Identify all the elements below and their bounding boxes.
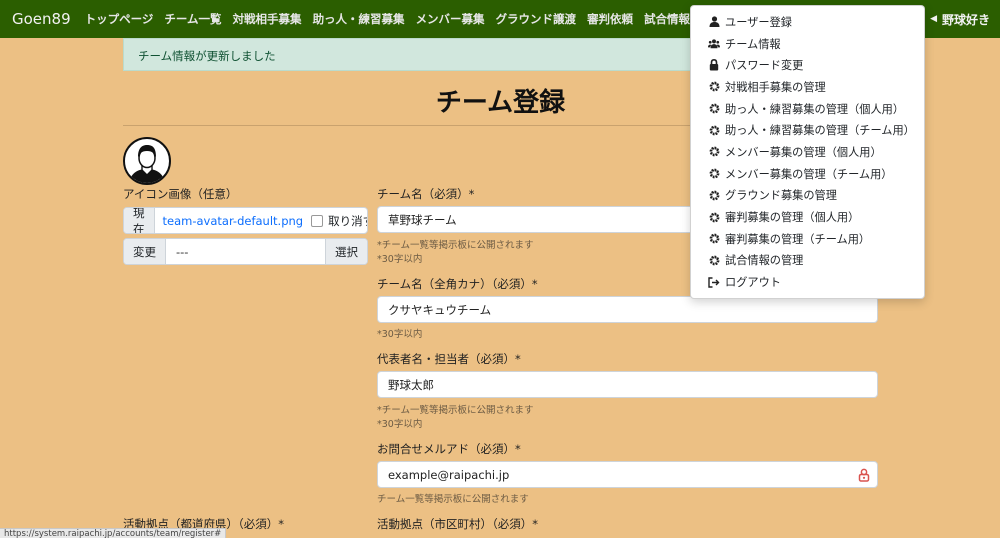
change-label: 変更 [124,239,166,264]
menu-item-label: 対戦相手募集の管理 [725,80,826,94]
clear-checkbox[interactable] [311,214,324,227]
users-icon [708,38,720,50]
gear-icon [708,103,720,115]
menu-item-member-manage-personal[interactable]: メンバー募集の管理（個人用） [691,141,924,163]
current-label: 現在 [124,208,155,233]
email-hint-public: チーム一覧等掲示板に公開されます [377,494,529,505]
nav-link-opponent[interactable]: 対戦相手募集 [233,11,302,27]
team-avatar [123,137,171,185]
change-icon-group: 変更 --- 選択 [123,238,368,265]
nav-link-member[interactable]: メンバー募集 [416,11,485,27]
user-icon [708,16,720,28]
team-kana-label: チーム名（全角カナ）（必須）* [377,277,538,291]
gear-icon [708,168,720,180]
icon-image-label: アイコン画像（任意） [123,187,238,201]
file-input[interactable]: --- [166,239,325,264]
nav-link-helper[interactable]: 助っ人・練習募集 [313,11,405,27]
menu-item-label: 助っ人・練習募集の管理（チーム用） [725,124,915,138]
menu-item-label: メンバー募集の管理（チーム用） [725,167,893,181]
city-label: 活動拠点（市区町村）（必須）* [377,517,538,531]
menu-item-ground-manage[interactable]: グラウンド募集の管理 [691,185,924,207]
menu-item-umpire-manage-personal[interactable]: 審判募集の管理（個人用） [691,206,924,228]
menu-item-helper-manage-personal[interactable]: 助っ人・練習募集の管理（個人用） [691,98,924,120]
menu-item-label: ログアウト [725,276,781,290]
menu-item-label: 試合情報の管理 [725,254,804,268]
menu-item-label: ユーザー登録 [725,15,792,29]
team-kana-input[interactable]: クサヤキュウチーム [377,296,878,323]
email-value: example@raipachi.jp [388,467,510,482]
user-dropdown-menu: ユーザー登録 チーム情報 パスワード変更 対戦相手募集の管理 助っ人・練習募集の… [690,5,925,299]
menu-item-user-register[interactable]: ユーザー登録 [691,11,924,33]
password-manager-icon[interactable] [858,468,870,485]
logout-icon [708,276,720,288]
email-label: お問合せメルアド（必須）* [377,442,521,456]
nav-link-ground[interactable]: グラウンド譲渡 [496,11,577,27]
email-input[interactable]: example@raipachi.jp [377,461,878,488]
clear-label: 取り消す [328,213,367,228]
browser-status-url: https://system.raipachi.jp/accounts/team… [0,528,227,538]
menu-item-label: チーム情報 [725,37,781,51]
menu-item-label: 助っ人・練習募集の管理（個人用） [725,102,905,116]
menu-item-label: パスワード変更 [725,59,804,73]
menu-item-logout[interactable]: ログアウト [691,271,924,293]
menu-item-umpire-manage-team[interactable]: 審判募集の管理（チーム用） [691,228,924,250]
menu-item-helper-manage-team[interactable]: 助っ人・練習募集の管理（チーム用） [691,119,924,141]
user-menu-toggle[interactable]: ◀ 野球好き [930,0,990,38]
gear-icon [708,254,720,266]
gear-icon [708,189,720,201]
team-kana-hint-length: *30字以内 [377,329,423,340]
nav-link-umpire[interactable]: 審判依頼 [587,11,633,27]
menu-item-member-manage-team[interactable]: メンバー募集の管理（チーム用） [691,163,924,185]
menu-item-team-info[interactable]: チーム情報 [691,33,924,55]
caret-left-icon: ◀ [930,14,937,24]
current-icon-group: 現在 team-avatar-default.png 取り消す [123,207,368,234]
menu-item-label: 審判募集の管理（チーム用） [725,232,871,246]
user-name: 野球好き [941,12,990,27]
nav-links: トップページ チーム一覧 対戦相手募集 助っ人・練習募集 メンバー募集 グラウン… [85,11,701,27]
representative-hint-public: *チーム一覧等掲示板に公開されます [377,405,534,416]
team-name-label: チーム名（必須）* [377,187,475,201]
representative-input[interactable]: 野球太郎 [377,371,878,398]
nav-link-top[interactable]: トップページ [85,11,154,27]
clear-icon-option[interactable]: 取り消す [311,208,367,233]
representative-hint-length: *30字以内 [377,419,423,430]
lock-icon [708,59,720,71]
menu-item-label: メンバー募集の管理（個人用） [725,145,882,159]
team-name-hint-public: *チーム一覧等掲示板に公開されます [377,240,534,251]
representative-label: 代表者名・担当者（必須）* [377,352,521,366]
menu-item-opponent-manage[interactable]: 対戦相手募集の管理 [691,76,924,98]
nav-link-team-list[interactable]: チーム一覧 [164,11,221,27]
menu-item-password-change[interactable]: パスワード変更 [691,54,924,76]
gear-icon [708,81,720,93]
avatar-person-icon [129,145,165,183]
gear-icon [708,146,720,158]
team-name-hint-length: *30字以内 [377,254,423,265]
nav-link-games[interactable]: 試合情報 [644,11,690,27]
current-file-link[interactable]: team-avatar-default.png [155,208,312,233]
gear-icon [708,124,720,136]
menu-item-label: 審判募集の管理（個人用） [725,211,860,225]
gear-icon [708,211,720,223]
brand-logo[interactable]: Goen89 [12,10,71,28]
gear-icon [708,233,720,245]
menu-item-label: グラウンド募集の管理 [725,189,837,203]
menu-item-game-manage[interactable]: 試合情報の管理 [691,250,924,272]
select-file-button[interactable]: 選択 [325,239,367,264]
